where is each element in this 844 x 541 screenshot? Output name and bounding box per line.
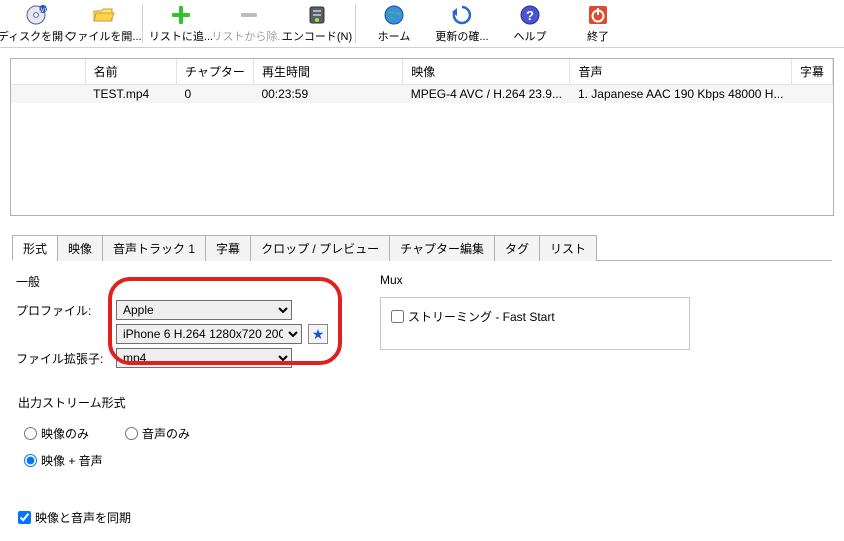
video-audio-radio[interactable] [24, 454, 37, 467]
video-only-radio[interactable] [24, 427, 37, 440]
sync-checkbox-row[interactable]: 映像と音声を同期 [18, 509, 826, 526]
streaming-label: ストリーミング - Fast Start [408, 308, 555, 325]
settings-tabs: 形式 映像 音声トラック 1 字幕 クロップ / プレビュー チャプター編集 タ… [12, 234, 832, 261]
toolbar-separator [355, 4, 356, 43]
tab-chapter[interactable]: チャプター編集 [389, 235, 495, 261]
mux-title: Mux [380, 273, 690, 287]
file-list-panel: 名前 チャプター 再生時間 映像 音声 字幕 TEST.mp4 0 00:23:… [10, 58, 834, 216]
col-subtitle[interactable]: 字幕 [791, 59, 832, 85]
plus-icon [168, 2, 194, 28]
encode-label: エンコード(N) [282, 28, 352, 44]
col-chapter[interactable]: チャプター [177, 59, 254, 85]
file-ext-select[interactable]: mp4 [116, 348, 292, 368]
help-label: ヘルプ [514, 28, 547, 44]
tab-tag[interactable]: タグ [494, 235, 540, 261]
sync-checkbox[interactable] [18, 511, 31, 524]
audio-only-label: 音声のみ [142, 425, 190, 442]
sync-label: 映像と音声を同期 [35, 509, 131, 526]
tab-subtitle[interactable]: 字幕 [205, 235, 251, 261]
video-only-radio-row[interactable]: 映像のみ [24, 425, 89, 442]
col-duration[interactable]: 再生時間 [253, 59, 402, 85]
video-audio-label: 映像 + 音声 [41, 452, 103, 469]
add-to-list-label: リストに追... [149, 28, 213, 44]
col-audio[interactable]: 音声 [570, 59, 792, 85]
video-audio-radio-row[interactable]: 映像 + 音声 [24, 452, 826, 469]
tab-crop[interactable]: クロップ / プレビュー [250, 235, 390, 261]
help-button[interactable]: ? ヘルプ [496, 2, 564, 46]
preset-select[interactable]: iPhone 6 H.264 1280x720 2000 kbps [116, 324, 302, 344]
home-button[interactable]: ホーム [360, 2, 428, 46]
check-update-button[interactable]: 更新の確... [428, 2, 496, 46]
open-file-button[interactable]: ファイルを開... [70, 2, 138, 46]
minus-icon [236, 2, 262, 28]
cell-chapter: 0 [177, 85, 254, 104]
output-stream-title: 出力ストリーム形式 [18, 394, 826, 411]
help-icon: ? [517, 2, 543, 28]
open-disc-label: ディスクを開く [0, 28, 74, 44]
cell-video: MPEG-4 AVC / H.264 23.9... [403, 85, 570, 104]
streaming-checkbox[interactable] [391, 310, 404, 323]
audio-only-radio[interactable] [125, 427, 138, 440]
remove-from-list-label: リストから除... [211, 28, 286, 44]
col-name[interactable]: 名前 [85, 59, 176, 85]
cell-duration: 00:23:59 [253, 85, 402, 104]
tab-format[interactable]: 形式 [12, 235, 58, 261]
cell-name: TEST.mp4 [85, 85, 176, 104]
cell-subtitle [791, 85, 832, 104]
toolbar-separator [142, 4, 143, 43]
favorite-button[interactable]: ★ [308, 324, 328, 344]
general-title: 一般 [16, 273, 356, 290]
disc-icon: AVC [23, 2, 49, 28]
col-blank[interactable] [11, 59, 85, 85]
tab-audio[interactable]: 音声トラック 1 [102, 235, 206, 261]
tab-video[interactable]: 映像 [57, 235, 103, 261]
open-disc-button[interactable]: AVC ディスクを開く [2, 2, 70, 46]
profile-select[interactable]: Apple [116, 300, 292, 320]
video-only-label: 映像のみ [41, 425, 89, 442]
open-file-label: ファイルを開... [66, 28, 141, 44]
output-stream-group: 出力ストリーム形式 映像のみ 音声のみ 映像 + 音声 [18, 394, 826, 469]
home-label: ホーム [378, 28, 411, 44]
encode-icon [304, 2, 330, 28]
tab-list[interactable]: リスト [539, 235, 597, 261]
svg-text:AVC: AVC [37, 8, 48, 14]
file-table[interactable]: 名前 チャプター 再生時間 映像 音声 字幕 TEST.mp4 0 00:23:… [11, 59, 833, 103]
cell-audio: 1. Japanese AAC 190 Kbps 48000 H... [570, 85, 792, 104]
audio-only-radio-row[interactable]: 音声のみ [125, 425, 190, 442]
star-icon: ★ [312, 326, 325, 343]
folder-open-icon [91, 2, 117, 28]
general-group: 一般 プロファイル: Apple iPhone 6 H.264 1280x720… [16, 273, 356, 372]
table-row[interactable]: TEST.mp4 0 00:23:59 MPEG-4 AVC / H.264 2… [11, 85, 833, 104]
refresh-icon [449, 2, 475, 28]
add-to-list-button[interactable]: リストに追... [147, 2, 215, 46]
col-video[interactable]: 映像 [403, 59, 570, 85]
svg-text:?: ? [526, 8, 534, 23]
streaming-checkbox-row[interactable]: ストリーミング - Fast Start [391, 308, 679, 325]
remove-from-list-button: リストから除... [215, 2, 283, 46]
profile-label: プロファイル: [16, 302, 110, 319]
exit-button[interactable]: 終了 [564, 2, 632, 46]
file-ext-label: ファイル拡張子: [16, 350, 110, 367]
power-icon [585, 2, 611, 28]
mux-group: Mux ストリーミング - Fast Start [380, 273, 690, 372]
globe-icon [381, 2, 407, 28]
encode-button[interactable]: エンコード(N) [283, 2, 351, 46]
check-update-label: 更新の確... [435, 28, 488, 44]
exit-label: 終了 [587, 28, 609, 44]
main-toolbar: AVC ディスクを開く ファイルを開... リストに追... [0, 0, 844, 48]
